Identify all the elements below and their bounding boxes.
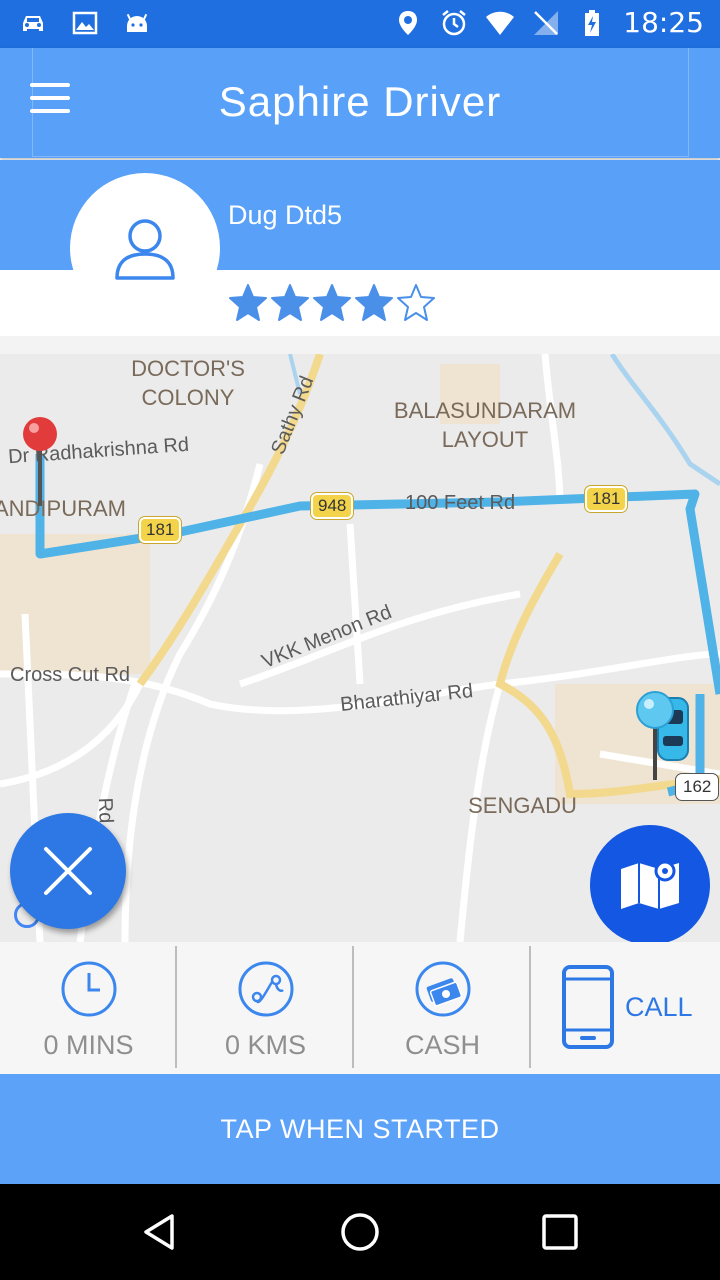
avatar <box>70 173 220 323</box>
tap-when-started-button[interactable]: TAP WHEN STARTED <box>0 1074 720 1184</box>
map-road-label: 100 Feet Rd <box>405 492 516 514</box>
map-area-label: SENGADU <box>468 793 577 818</box>
trip-info-bar: 0 MINS 0 KMS CASH CALL <box>0 942 720 1074</box>
back-icon[interactable] <box>136 1208 184 1256</box>
status-bar: 18:25 <box>0 0 720 48</box>
phone-icon <box>562 965 614 1049</box>
close-icon <box>44 847 92 895</box>
trip-duration: 0 MINS <box>0 942 177 1074</box>
navigation-map-button[interactable] <box>590 825 710 945</box>
status-time: 18:25 <box>623 6 704 39</box>
home-icon[interactable] <box>336 1208 384 1256</box>
wifi-icon <box>486 11 515 35</box>
route-icon <box>238 961 293 1017</box>
map-area-label: DOCTOR'S COLONY <box>131 356 245 410</box>
system-nav-bar <box>0 1184 720 1280</box>
no-sim-icon <box>534 10 559 35</box>
cancel-trip-button[interactable] <box>10 813 126 929</box>
highway-shield: 948 <box>311 493 354 519</box>
payment-method: CASH <box>354 942 531 1074</box>
payment-method-value: CASH <box>404 1030 480 1060</box>
car-icon <box>23 16 43 31</box>
user-icon <box>115 219 175 280</box>
highway-shield: 181 <box>585 486 628 512</box>
battery-charging-icon <box>585 9 600 36</box>
clock-icon <box>61 961 116 1017</box>
map-road-label: Cross Cut Rd <box>10 664 131 686</box>
star-filled-icon <box>271 284 309 321</box>
driver-rating <box>228 283 436 323</box>
cash-icon <box>415 961 470 1017</box>
pickup-pin-icon <box>23 417 57 506</box>
star-filled-icon <box>229 284 267 321</box>
profile-divider <box>0 336 720 354</box>
trip-distance-value: 0 KMS <box>224 1030 307 1060</box>
map-icon <box>621 860 679 909</box>
map-area-label: BALASUNDARAM LAYOUT <box>393 398 577 452</box>
alarm-icon <box>442 9 467 35</box>
highway-shield: 181 <box>139 517 182 543</box>
app-title: Saphire Driver <box>218 78 502 125</box>
driver-car-icon <box>636 691 689 780</box>
app-bar: Saphire Driver <box>0 48 720 158</box>
android-icon <box>126 13 148 32</box>
divider <box>529 946 531 1068</box>
call-button[interactable]: CALL <box>533 942 720 1074</box>
star-filled-icon <box>355 284 393 321</box>
star-empty-icon <box>397 284 435 321</box>
recents-icon[interactable] <box>536 1208 584 1256</box>
image-icon <box>72 11 98 35</box>
trip-duration-value: 0 MINS <box>43 1030 134 1060</box>
driver-name: Dug Dtd5 <box>228 200 343 230</box>
call-label: CALL <box>625 992 693 1022</box>
star-filled-icon <box>313 284 351 321</box>
trip-distance: 0 KMS <box>177 942 354 1074</box>
location-icon <box>399 10 418 35</box>
